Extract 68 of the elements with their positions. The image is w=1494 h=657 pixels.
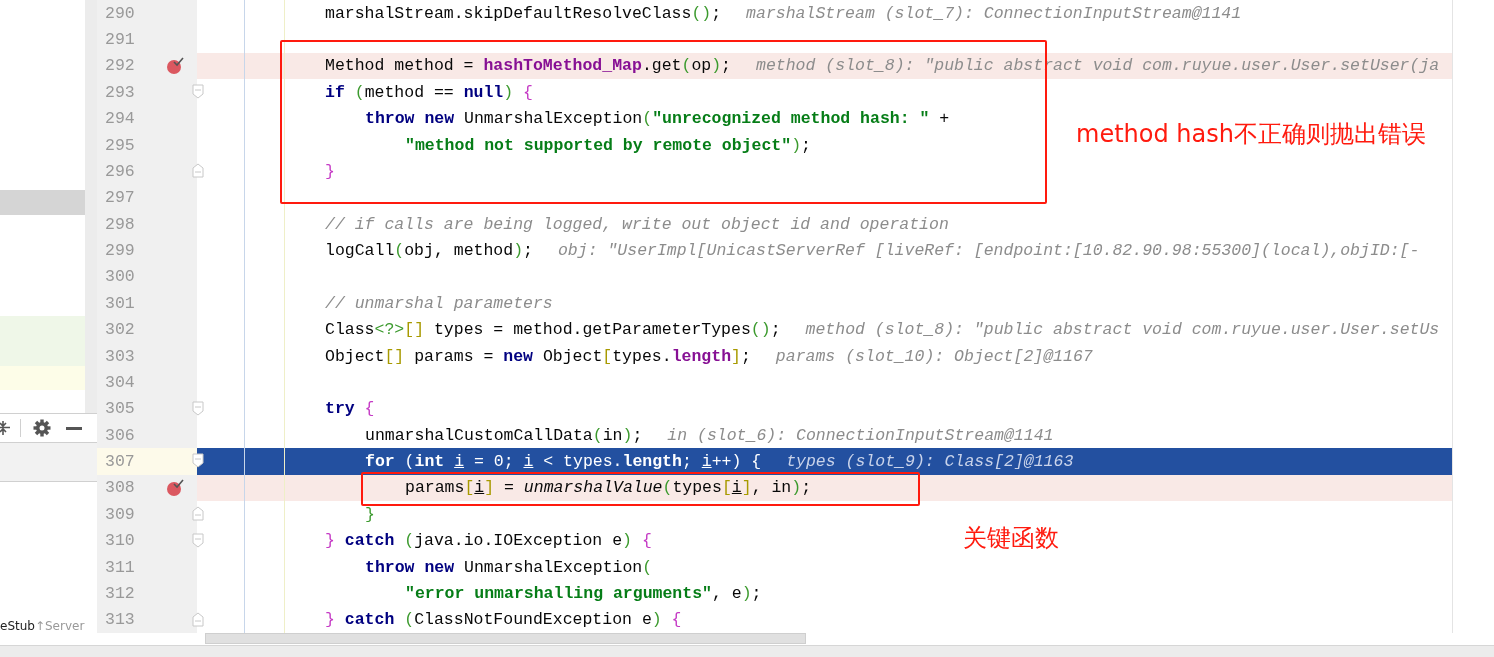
tree-row[interactable] bbox=[0, 190, 85, 215]
code-line: "method not supported by remote object"); bbox=[405, 135, 811, 155]
breakpoint-icon[interactable] bbox=[166, 478, 184, 497]
fold-marker-icon[interactable] bbox=[192, 400, 204, 416]
line-number: 305 bbox=[105, 399, 136, 419]
inline-value-hint: method (slot_8): "public abstract void com.ruyue.user.User.setUs bbox=[805, 320, 1440, 340]
code-line: } bbox=[325, 161, 335, 181]
annotation-text: method hash不正确则抛出错误 bbox=[1076, 119, 1426, 150]
line-number: 304 bbox=[105, 372, 136, 392]
line-number: 312 bbox=[105, 583, 136, 603]
line-number: 306 bbox=[105, 425, 136, 445]
code-line: params[i] = unmarshalValue(types[i], in); bbox=[405, 478, 812, 498]
line-number: 292 bbox=[105, 56, 136, 76]
line-number: 297 bbox=[105, 188, 136, 208]
line-number: 294 bbox=[105, 109, 136, 129]
line-number: 303 bbox=[105, 346, 136, 366]
code-line: marshalStream.skipDefaultResolveClass(); bbox=[325, 3, 722, 23]
code-line: } bbox=[365, 504, 375, 524]
line-number: 301 bbox=[105, 293, 136, 313]
code-line: for (int i = 0; i < types.length; i++) { bbox=[365, 452, 762, 472]
line-number: 311 bbox=[105, 557, 136, 577]
line-number: 307 bbox=[105, 452, 136, 472]
line-number: 296 bbox=[105, 161, 136, 181]
fold-marker-icon[interactable] bbox=[192, 453, 204, 469]
fold-marker-icon[interactable] bbox=[192, 84, 204, 100]
line-number: 300 bbox=[105, 267, 136, 287]
line-number: 295 bbox=[105, 135, 136, 155]
code-line: Class<?>[] types = method.getParameterTypes(); bbox=[325, 320, 781, 340]
code-line: // unmarshal parameters bbox=[325, 293, 553, 313]
code-line: } catch (java.io.IOException e) { bbox=[325, 531, 652, 551]
file-location: ↑Server bbox=[34, 620, 85, 633]
line-number: 293 bbox=[105, 82, 136, 102]
line-number: 308 bbox=[105, 478, 136, 498]
code-line: "error unmarshalling arguments", e); bbox=[405, 583, 762, 603]
inline-value-hint: params (slot_10): Object[2]@1167 bbox=[775, 346, 1093, 366]
line-number: 291 bbox=[105, 30, 136, 50]
file-name: eStub bbox=[0, 620, 35, 633]
code-line: } catch (ClassNotFoundException e) { bbox=[325, 610, 682, 630]
fold-marker-icon[interactable] bbox=[192, 506, 204, 522]
code-line: Method method = hashToMethod_Map.get(op); bbox=[325, 56, 731, 76]
line-number: 302 bbox=[105, 320, 136, 340]
inline-value-hint: obj: "UserImpl[UnicastServerRef [liveRef: [endpoint:[10.82.90.98:55300](local),objID:[- bbox=[557, 241, 1420, 261]
line-number: 309 bbox=[105, 504, 136, 524]
code-line: try { bbox=[325, 399, 375, 419]
inline-value-hint: types (slot_9): Class[2]@1163 bbox=[786, 452, 1074, 472]
minimize-icon[interactable] bbox=[66, 426, 82, 430]
line-number: 299 bbox=[105, 241, 136, 261]
horizontal-scrollbar[interactable] bbox=[205, 633, 806, 644]
breakpoint-icon[interactable] bbox=[166, 56, 184, 75]
line-number: 290 bbox=[105, 3, 136, 23]
code-line: Object[] params = new Object[types.length]; bbox=[325, 346, 751, 366]
line-number: 313 bbox=[105, 610, 136, 630]
fold-marker-icon[interactable] bbox=[192, 532, 204, 548]
inline-value-hint: marshalStream (slot_7): ConnectionInputStream@1141 bbox=[746, 3, 1242, 23]
code-line: unmarshalCustomCallData(in); bbox=[365, 425, 643, 445]
code-line: // if calls are being logged, write out object id and operation bbox=[325, 214, 949, 234]
inline-value-hint: in (slot_6): ConnectionInputStream@1141 bbox=[667, 425, 1054, 445]
collapse-icon[interactable] bbox=[0, 420, 10, 436]
settings-icon[interactable] bbox=[33, 419, 51, 437]
code-line: throw new UnmarshalException( bbox=[365, 557, 653, 577]
line-number: 310 bbox=[105, 531, 136, 551]
code-line: if (method == null) { bbox=[325, 82, 533, 102]
line-number: 298 bbox=[105, 214, 136, 234]
code-line: logCall(obj, method); bbox=[325, 241, 533, 261]
annotation-text: 关键函数 bbox=[963, 523, 1059, 554]
fold-marker-icon[interactable] bbox=[192, 611, 204, 627]
fold-marker-icon[interactable] bbox=[192, 163, 204, 179]
code-line: throw new UnmarshalException("unrecognized method hash: " + bbox=[365, 109, 950, 129]
